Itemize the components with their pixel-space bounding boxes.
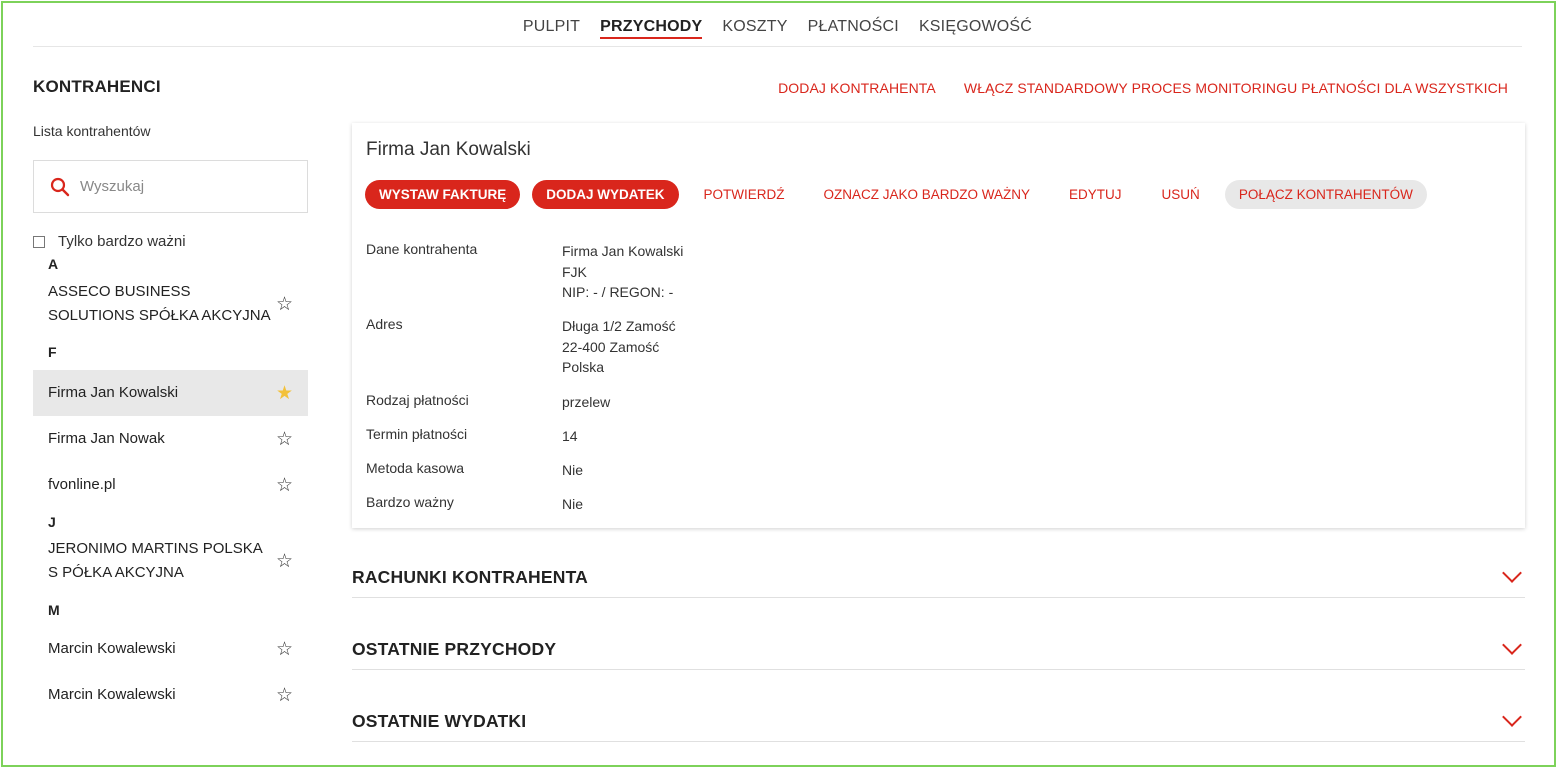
star-outline-icon[interactable]: ☆ — [276, 295, 293, 314]
important-only-checkbox[interactable] — [33, 235, 45, 248]
chevron-down-icon[interactable] — [1502, 634, 1522, 655]
contractor-name: JERONIMO MARTINS POLSKA S PÓŁKA AKCYJNA — [48, 540, 262, 581]
group-letter: F — [48, 344, 57, 360]
detail-key: Termin płatności — [366, 426, 468, 442]
app-frame: PULPIT PRZYCHODY KOSZTY PŁATNOŚCI KSIĘGO… — [1, 1, 1556, 767]
delete-button[interactable]: USUŃ — [1162, 180, 1200, 209]
detail-row: Rodzaj płatności przelew — [366, 392, 683, 426]
merge-contractors-button[interactable]: POŁĄCZ KONTRAHENTÓW — [1224, 180, 1427, 209]
group-letter: M — [48, 602, 60, 618]
list-item[interactable]: ASSECO BUSINESS SOLUTIONS SPÓŁKA AKCYJNA… — [33, 276, 308, 332]
accordion-title: RACHUNKI KONTRAHENTA — [352, 567, 589, 587]
accordion-title: OSTATNIE WYDATKI — [352, 711, 527, 731]
accordion-recent-expenses[interactable]: OSTATNIE WYDATKI — [352, 698, 1525, 742]
detail-value: Długa 1/2 Zamość 22-400 Zamość Polska — [562, 316, 676, 392]
list-item[interactable]: fvonline.pl ☆ — [33, 462, 308, 508]
issue-invoice-button[interactable]: WYSTAW FAKTURĘ — [365, 180, 521, 209]
action-buttons: WYSTAW FAKTURĘ DODAJ WYDATEK POTWIERDŹ O… — [365, 180, 1427, 209]
contractor-name: fvonline.pl — [48, 476, 116, 493]
detail-key: Metoda kasowa — [366, 460, 465, 476]
detail-value: Firma Jan Kowalski FJK NIP: - / REGON: - — [562, 241, 683, 316]
star-outline-icon[interactable]: ☆ — [276, 686, 293, 705]
add-expense-button[interactable]: DODAJ WYDATEK — [532, 180, 679, 209]
nav-przychody[interactable]: PRZYCHODY — [600, 14, 703, 39]
nav-koszty[interactable]: KOSZTY — [722, 14, 787, 36]
search-icon — [50, 177, 70, 196]
edit-button[interactable]: EDYTUJ — [1069, 180, 1122, 209]
top-navigation: PULPIT PRZYCHODY KOSZTY PŁATNOŚCI KSIĘGO… — [33, 3, 1522, 47]
contractor-details: Dane kontrahenta Firma Jan Kowalski FJK … — [366, 241, 683, 518]
important-filter: Tylko bardzo ważni — [33, 233, 308, 250]
contractor-sidebar: Lista kontrahentów Tylko bardzo ważni A … — [33, 123, 308, 718]
list-item-selected[interactable]: Firma Jan Kowalski ★ — [33, 370, 308, 416]
search-input[interactable] — [80, 178, 280, 195]
nav-platnosci[interactable]: PŁATNOŚCI — [808, 14, 899, 36]
mark-important-button[interactable]: OZNACZ JAKO BARDZO WAŻNY — [824, 180, 1031, 209]
group-letter: J — [48, 514, 56, 530]
detail-line: Długa 1/2 Zamość — [562, 318, 676, 334]
group-letter: A — [48, 256, 59, 272]
detail-row: Adres Długa 1/2 Zamość 22-400 Zamość Pol… — [366, 316, 683, 392]
detail-row: Dane kontrahenta Firma Jan Kowalski FJK … — [366, 241, 683, 316]
contractor-name: Marcin Kowalewski — [48, 686, 176, 703]
star-outline-icon[interactable]: ☆ — [276, 476, 293, 495]
detail-key: Rodzaj płatności — [366, 392, 469, 408]
detail-line: FJK — [562, 263, 587, 280]
accordion-recent-income[interactable]: OSTATNIE PRZYCHODY — [352, 626, 1525, 670]
important-only-label: Tylko bardzo ważni — [58, 233, 186, 250]
enable-monitoring-link[interactable]: WŁĄCZ STANDARDOWY PROCES MONITORINGU PŁA… — [964, 80, 1508, 96]
detail-key: Dane kontrahenta — [366, 241, 478, 257]
list-item[interactable]: JERONIMO MARTINS POLSKA S PÓŁKA AKCYJNA … — [33, 534, 308, 588]
page-title: KONTRAHENCI — [33, 77, 161, 96]
contractor-detail-card: Firma Jan Kowalski WYSTAW FAKTURĘ DODAJ … — [352, 123, 1525, 528]
detail-key: Bardzo ważny — [366, 494, 454, 510]
star-filled-icon[interactable]: ★ — [276, 384, 293, 403]
detail-line: NIP: - / REGON: - — [562, 284, 674, 300]
detail-value: Nie — [562, 496, 584, 512]
list-item[interactable]: Marcin Kowalewski ☆ — [33, 626, 308, 672]
detail-row: Bardzo ważny Nie — [366, 494, 683, 518]
contractor-name: Firma Jan Kowalski — [48, 384, 179, 401]
confirm-button[interactable]: POTWIERDŹ — [704, 180, 785, 209]
detail-row: Termin płatności 14 — [366, 426, 683, 460]
add-contractor-link[interactable]: DODAJ KONTRAHENTA — [778, 80, 936, 96]
star-outline-icon[interactable]: ☆ — [276, 430, 293, 449]
detail-line: Polska — [562, 359, 605, 375]
contractor-name: ASSECO BUSINESS SOLUTIONS SPÓŁKA AKCYJNA — [48, 283, 271, 324]
detail-key: Adres — [366, 316, 403, 332]
detail-value: Nie — [562, 462, 584, 478]
nav-pulpit[interactable]: PULPIT — [523, 14, 580, 36]
detail-row: Metoda kasowa Nie — [366, 460, 683, 494]
contractor-title: Firma Jan Kowalski — [366, 139, 531, 160]
list-label: Lista kontrahentów — [33, 123, 151, 139]
search-box — [33, 160, 308, 213]
list-item[interactable]: Marcin Kowalewski ☆ — [33, 672, 308, 718]
list-item[interactable]: Firma Jan Nowak ☆ — [33, 416, 308, 462]
accordion-accounts[interactable]: RACHUNKI KONTRAHENTA — [352, 554, 1525, 598]
contractor-name: Marcin Kowalewski — [48, 640, 176, 657]
detail-line: Firma Jan Kowalski — [562, 243, 684, 259]
detail-value: 14 — [562, 428, 578, 444]
detail-line: 22-400 Zamość — [562, 338, 660, 355]
accordion-title: OSTATNIE PRZYCHODY — [352, 639, 557, 659]
contractor-name: Firma Jan Nowak — [48, 430, 165, 447]
nav-ksiegowosc[interactable]: KSIĘGOWOŚĆ — [919, 14, 1032, 36]
detail-value: przelew — [562, 394, 611, 410]
chevron-down-icon[interactable] — [1502, 562, 1522, 583]
chevron-down-icon[interactable] — [1502, 706, 1522, 727]
star-outline-icon[interactable]: ☆ — [276, 640, 293, 659]
star-outline-icon[interactable]: ☆ — [276, 552, 293, 571]
header-actions: DODAJ KONTRAHENTA WŁĄCZ STANDARDOWY PROC… — [778, 80, 1508, 96]
contractor-list: A ASSECO BUSINESS SOLUTIONS SPÓŁKA AKCYJ… — [33, 252, 308, 718]
